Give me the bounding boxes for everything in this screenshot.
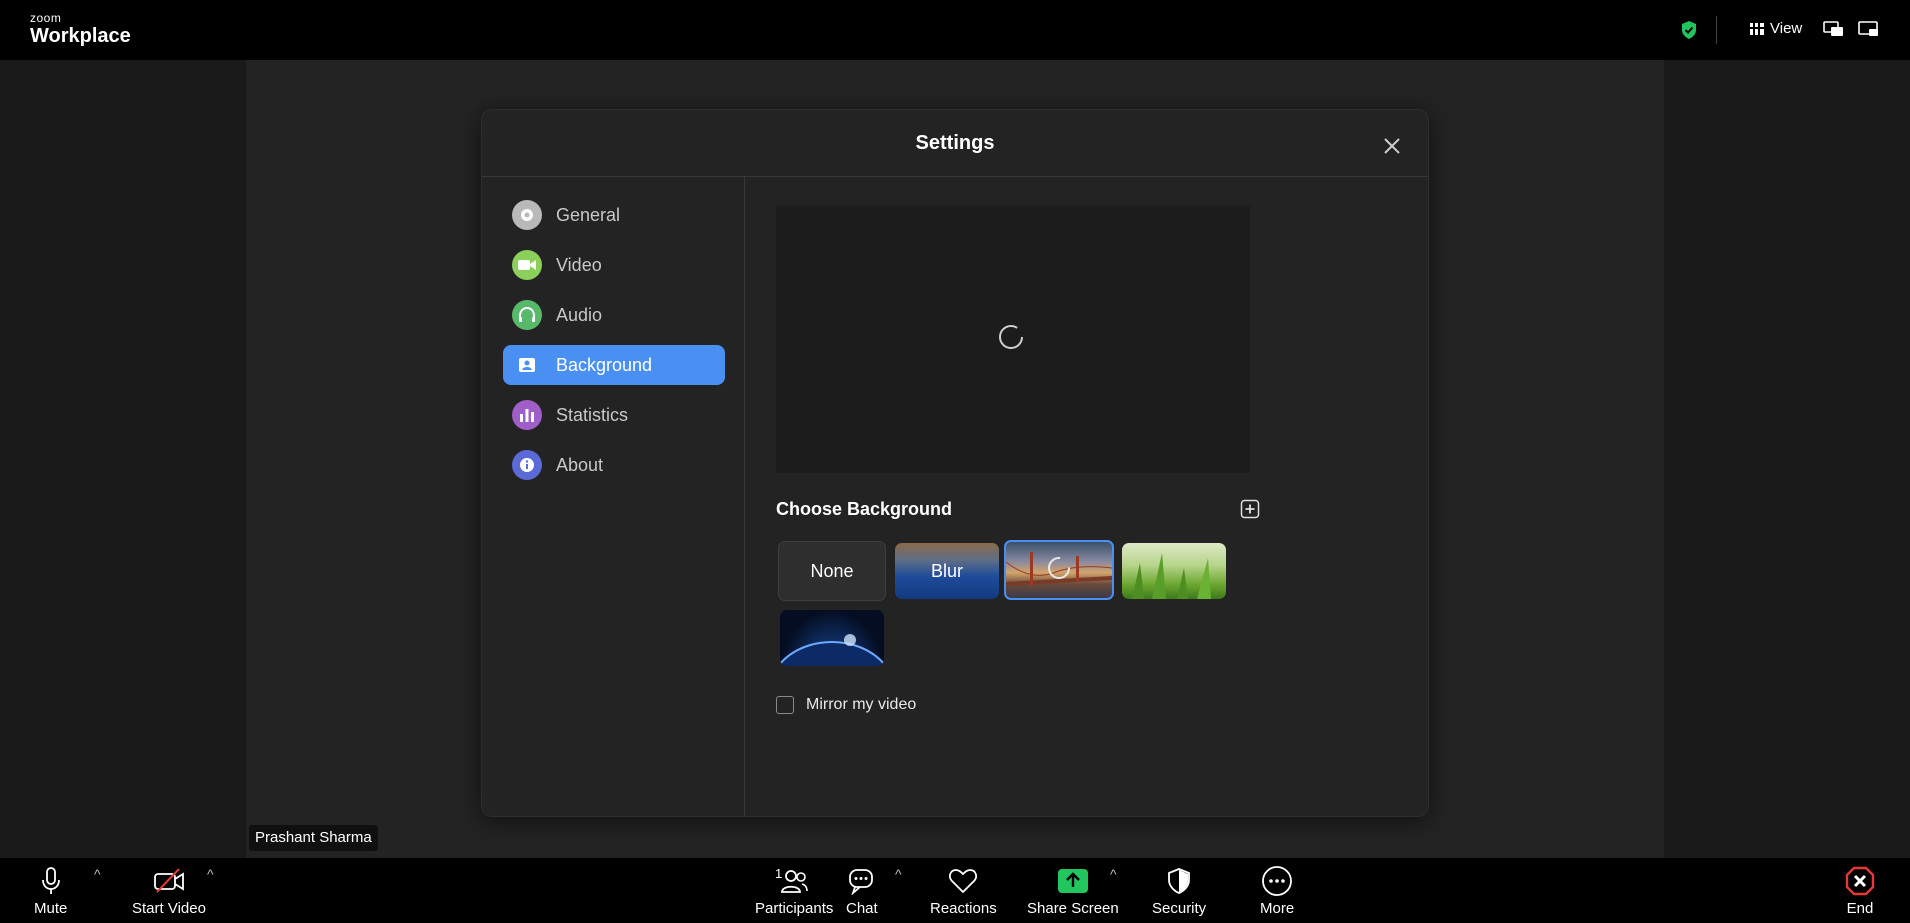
settings-dialog: Settings General Video Audio Background … (482, 110, 1428, 816)
security-button[interactable]: Security (1152, 866, 1206, 917)
mirror-video-label: Mirror my video (806, 696, 917, 713)
picture-in-picture-icon[interactable] (1823, 20, 1845, 38)
background-option-none[interactable]: None (778, 541, 886, 601)
microphone-icon (40, 866, 62, 896)
logo-big-text: Workplace (30, 25, 131, 47)
logo-small-text: zoom (30, 11, 62, 25)
bar-chart-icon (512, 400, 542, 430)
mirror-video-option[interactable]: Mirror my video (776, 696, 916, 714)
choose-background-label: Choose Background (776, 499, 953, 519)
grass-image (1132, 553, 1211, 599)
background-icon (512, 350, 542, 380)
sidebar-item-audio[interactable]: Audio (503, 295, 725, 335)
sidebar-item-background[interactable]: Background (503, 345, 725, 385)
sidebar-item-video[interactable]: Video (503, 245, 725, 285)
mute-button[interactable]: Mute (34, 866, 67, 917)
sidebar-item-label: Statistics (556, 404, 629, 425)
headphones-icon (512, 300, 542, 330)
top-bar: zoom Workplace View (0, 0, 1910, 60)
security-label: Security (1152, 900, 1207, 917)
chat-label: Chat (846, 900, 878, 917)
meeting-toolbar: Mute ^ Start Video ^ Participants 1 Chat… (0, 858, 1910, 923)
settings-header: Settings (482, 110, 1428, 177)
background-option-golden-gate-bridge[interactable] (1004, 540, 1114, 600)
more-label: More (1260, 900, 1295, 917)
reactions-label: Reactions (930, 900, 997, 917)
mute-label: Mute (34, 900, 68, 917)
chat-icon (847, 866, 877, 896)
view-label: View (1770, 20, 1803, 37)
audio-options-chevron-icon[interactable]: ^ (94, 866, 101, 882)
background-option-label: None (810, 560, 854, 581)
participants-label: Participants (755, 900, 834, 917)
share-screen-button[interactable]: Share Screen (1027, 866, 1119, 917)
grid-view-icon (1750, 22, 1764, 35)
share-screen-label: Share Screen (1027, 900, 1119, 917)
more-button[interactable]: More (1260, 866, 1294, 917)
participant-name-tag: Prashant Sharma (249, 825, 378, 851)
end-label: End (1846, 900, 1874, 917)
share-screen-icon (1057, 866, 1089, 896)
sidebar-item-label: Audio (556, 304, 603, 325)
sidebar-item-label: About (556, 454, 604, 475)
sidebar-item-statistics[interactable]: Statistics (503, 395, 725, 435)
heart-icon (948, 866, 978, 896)
end-meeting-button[interactable]: End (1845, 866, 1875, 917)
chat-options-chevron-icon[interactable]: ^ (895, 866, 902, 882)
video-off-icon (153, 866, 185, 896)
topbar-divider (1716, 16, 1717, 44)
minimize-window-icon[interactable] (1858, 20, 1880, 38)
more-icon (1261, 866, 1293, 896)
background-option-label: Blur (930, 560, 963, 581)
end-call-icon (1845, 866, 1875, 896)
zoom-workplace-logo: zoom Workplace (30, 12, 131, 46)
reactions-button[interactable]: Reactions (930, 866, 997, 917)
add-background-icon[interactable] (1240, 499, 1260, 519)
mirror-video-checkbox[interactable] (776, 696, 794, 714)
start-video-label: Start Video (132, 900, 206, 917)
video-preview (776, 206, 1250, 473)
sidebar-item-label: General (556, 204, 621, 225)
chat-button[interactable]: Chat (846, 866, 878, 917)
info-icon (512, 450, 542, 480)
sidebar-item-label: Video (556, 254, 602, 275)
close-icon[interactable] (1382, 136, 1402, 156)
loading-spinner-icon (999, 325, 1023, 349)
participants-icon (780, 866, 808, 896)
participants-button[interactable]: Participants (755, 866, 833, 917)
bridge-image (1006, 552, 1112, 586)
settings-sidebar: General Video Audio Background Statistic… (482, 177, 745, 816)
security-shield-icon (1166, 866, 1192, 896)
settings-title: Settings (915, 132, 995, 154)
sidebar-item-label: Background (556, 354, 653, 375)
view-button[interactable]: View (1750, 20, 1802, 37)
participant-count-badge: 1 (775, 866, 783, 881)
video-options-chevron-icon[interactable]: ^ (207, 866, 214, 882)
encryption-shield-icon[interactable] (1680, 20, 1698, 40)
earth-image (780, 634, 884, 666)
share-options-chevron-icon[interactable]: ^ (1110, 866, 1117, 882)
background-option-blur[interactable]: Blur (895, 543, 999, 599)
gear-icon (512, 200, 542, 230)
start-video-button[interactable]: Start Video (132, 866, 206, 917)
sidebar-item-general[interactable]: General (503, 195, 725, 235)
sidebar-item-about[interactable]: About (503, 445, 725, 485)
background-option-earth-from-space[interactable] (780, 610, 884, 666)
background-option-green-grass[interactable] (1122, 543, 1226, 599)
video-camera-icon (512, 250, 542, 280)
